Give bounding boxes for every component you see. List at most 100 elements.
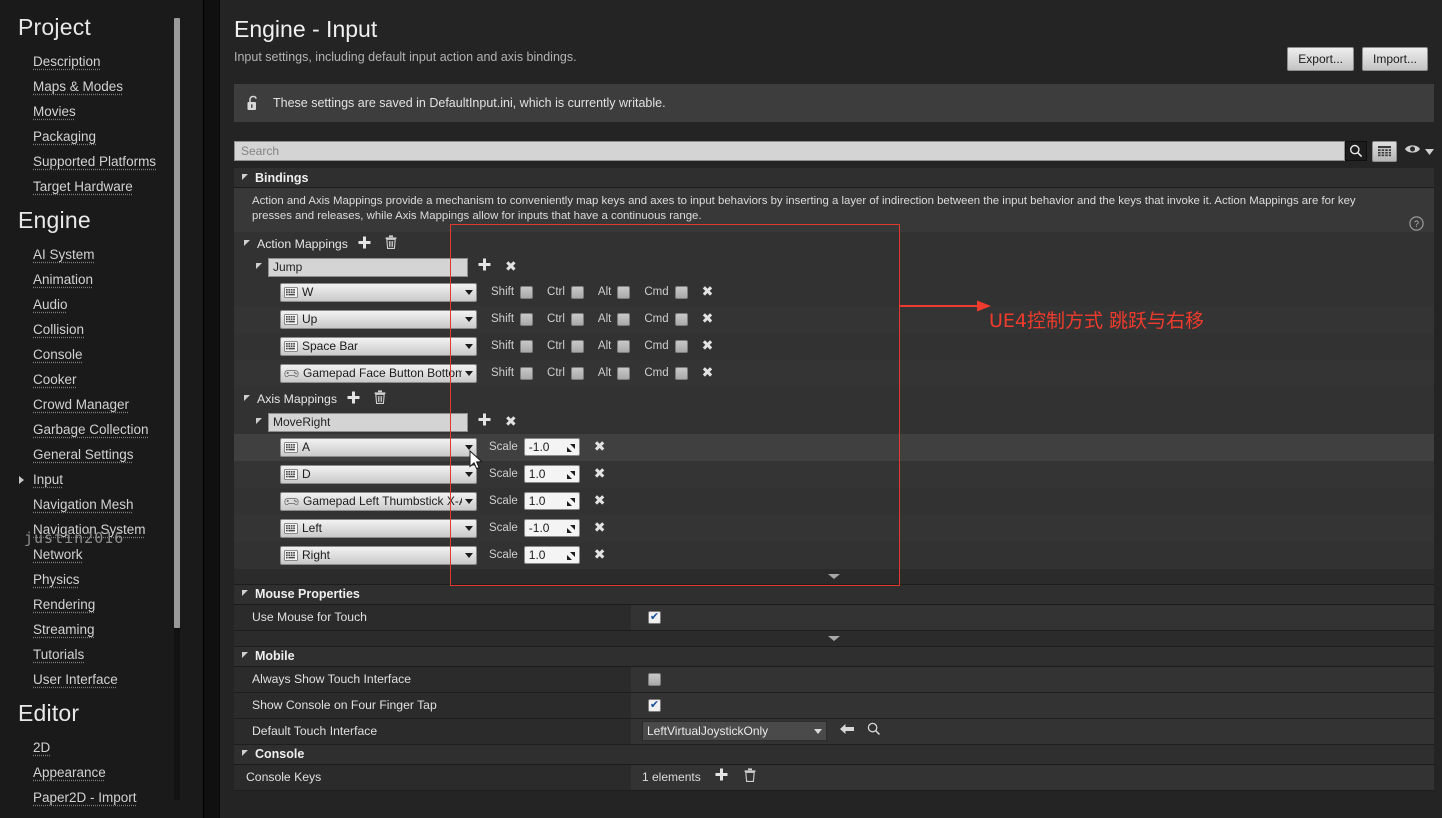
modifier-checkbox-shift[interactable] (520, 312, 534, 326)
modifier-checkbox-alt[interactable] (617, 312, 631, 326)
action-mapping-name-input[interactable] (268, 257, 468, 277)
scale-value-input[interactable]: 1.0 (523, 465, 580, 484)
collapse-triangle-icon (242, 173, 248, 180)
section-header-mouse-properties[interactable]: Mouse Properties (234, 584, 1434, 605)
key-select[interactable]: Up (280, 309, 477, 329)
modifier-checkbox-cmd[interactable] (674, 285, 688, 299)
key-select[interactable]: Gamepad Left Thumbstick X-Axis (280, 491, 477, 511)
remove-axis-mapping-icon[interactable]: ✖ (505, 415, 517, 429)
scale-value-input[interactable]: -1.0 (523, 438, 580, 457)
collapse-triangle-icon (244, 394, 250, 401)
scale-value-input[interactable]: -1.0 (523, 519, 580, 538)
key-select[interactable]: Right (280, 545, 477, 565)
remove-key-icon[interactable]: ✖ (594, 494, 606, 508)
scale-value-input[interactable]: 1.0 (523, 492, 580, 511)
key-select[interactable]: W (280, 282, 477, 302)
view-options-button[interactable] (1404, 142, 1434, 160)
add-axis-mapping-icon[interactable] (347, 391, 360, 407)
key-select[interactable]: Left (280, 518, 477, 538)
modifier-label-alt: Alt (597, 367, 612, 380)
add-key-icon[interactable] (478, 413, 491, 431)
modifier-label-ctrl: Ctrl (547, 286, 565, 299)
keyboard-icon (284, 286, 298, 298)
action-mappings-header[interactable]: Action Mappings (234, 231, 1434, 256)
remove-key-icon[interactable]: ✖ (594, 440, 606, 454)
axis-mapping-name-input[interactable] (268, 412, 468, 432)
spinner-drag-handle-icon[interactable] (566, 550, 576, 564)
grid-view-icon[interactable] (1372, 140, 1397, 162)
chevron-down-icon (465, 552, 473, 558)
add-action-mapping-icon[interactable] (358, 236, 371, 252)
remove-key-icon[interactable]: ✖ (594, 548, 606, 562)
keyboard-icon (284, 340, 298, 352)
spinner-drag-handle-icon[interactable] (566, 523, 576, 537)
remove-key-icon[interactable]: ✖ (702, 339, 714, 353)
modifier-checkbox-alt[interactable] (617, 366, 631, 380)
modifier-checkbox-shift[interactable] (520, 339, 534, 353)
import-button[interactable]: Import... (1361, 47, 1428, 71)
modifier-checkbox-alt[interactable] (617, 285, 631, 299)
axis-mappings-header[interactable]: Axis Mappings (234, 386, 1434, 411)
key-select-label: D (302, 467, 311, 482)
remove-key-icon[interactable]: ✖ (594, 521, 606, 535)
modifier-checkbox-ctrl[interactable] (570, 312, 584, 326)
browse-asset-icon[interactable] (867, 722, 881, 741)
key-select[interactable]: Gamepad Face Button Bottom (280, 363, 477, 383)
remove-key-icon[interactable]: ✖ (702, 285, 714, 299)
key-select[interactable]: D (280, 464, 477, 484)
sidebar-scrollbar-thumb[interactable] (174, 18, 180, 628)
help-icon[interactable]: ? (1409, 216, 1424, 236)
export-button[interactable]: Export... (1287, 47, 1354, 71)
modifier-checkbox-ctrl[interactable] (570, 339, 584, 353)
add-console-key-icon[interactable] (715, 768, 728, 786)
settings-sidebar[interactable]: Project Description Maps & Modes Movies Pack… (0, 0, 204, 818)
sidebar-item-label: Console (33, 347, 83, 362)
modifier-checkbox-alt[interactable] (617, 339, 631, 353)
scale-value-input[interactable]: 1.0 (523, 546, 580, 565)
mobile-setting-checkbox[interactable] (648, 672, 661, 686)
remove-key-icon[interactable]: ✖ (702, 366, 714, 380)
axis-key-row: Right Scale 1.0 ✖ (234, 541, 1434, 569)
section-header-console[interactable]: Console (234, 744, 1434, 765)
search-input[interactable] (234, 141, 1345, 161)
modifier-checkbox-cmd[interactable] (674, 339, 688, 353)
property-value: 1 elements (631, 764, 1434, 790)
section-header-mobile[interactable]: Mobile (234, 646, 1434, 667)
bindings-description-block: Action and Axis Mappings provide a mecha… (234, 188, 1434, 232)
search-icon[interactable] (1345, 141, 1367, 161)
remove-key-icon[interactable]: ✖ (594, 467, 606, 481)
axis-mapping-group-row: ✖ (234, 410, 1434, 434)
modifier-label-cmd: Cmd (644, 340, 669, 353)
delete-axis-mappings-icon[interactable] (374, 390, 386, 407)
default-touch-interface-select[interactable]: LeftVirtualJoystickOnly (642, 721, 827, 742)
modifier-checkbox-shift[interactable] (520, 366, 534, 380)
console-keys-control: 1 elements (642, 768, 756, 787)
modifier-checkbox-ctrl[interactable] (570, 285, 584, 299)
remove-action-mapping-icon[interactable]: ✖ (505, 260, 517, 274)
mobile-setting-checkbox[interactable] (648, 698, 661, 712)
modifier-label-cmd: Cmd (644, 367, 669, 380)
modifier-checkbox-cmd[interactable] (674, 312, 688, 326)
key-select[interactable]: Space Bar (280, 336, 477, 356)
bindings-expander-row[interactable] (234, 568, 1434, 585)
collapse-triangle-icon (242, 590, 248, 597)
modifier-checkbox-cmd[interactable] (674, 366, 688, 380)
search-row (234, 140, 1434, 162)
spinner-drag-handle-icon[interactable] (566, 469, 576, 483)
modifier-checkbox-shift[interactable] (520, 285, 534, 299)
modifier-checkbox-ctrl[interactable] (570, 366, 584, 380)
spinner-drag-handle-icon[interactable] (566, 496, 576, 510)
add-key-icon[interactable] (478, 258, 491, 276)
reset-arrow-icon[interactable] (839, 722, 855, 740)
delete-console-keys-icon[interactable] (744, 768, 756, 787)
modifier-label-shift: Shift (491, 340, 515, 353)
use-mouse-for-touch-checkbox[interactable] (648, 610, 661, 624)
key-select[interactable]: A (280, 437, 477, 457)
spinner-drag-handle-icon[interactable] (566, 442, 576, 456)
property-label: Show Console on Four Finger Tap (234, 692, 631, 718)
collapse-triangle-icon (242, 652, 248, 659)
mouse-expander-row[interactable] (234, 630, 1434, 647)
remove-key-icon[interactable]: ✖ (702, 312, 714, 326)
section-header-bindings[interactable]: Bindings (234, 168, 1434, 188)
delete-action-mappings-icon[interactable] (385, 235, 397, 252)
